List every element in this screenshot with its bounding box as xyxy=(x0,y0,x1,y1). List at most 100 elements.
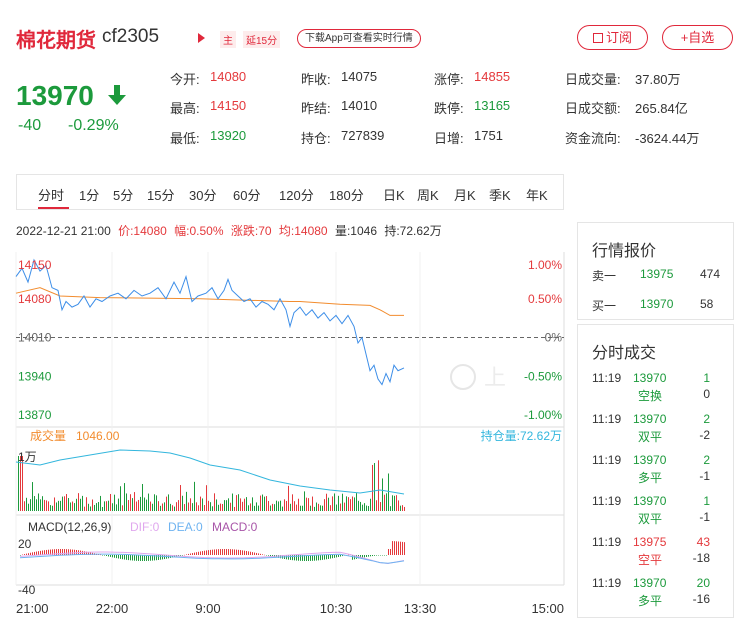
tab-period[interactable]: 180分 xyxy=(329,185,364,204)
quote-value: 14075 xyxy=(341,69,378,84)
tab-period[interactable]: 月K xyxy=(454,185,476,204)
tab-period[interactable]: 1分 xyxy=(79,185,99,204)
volume-bar xyxy=(400,505,401,511)
macd-bar xyxy=(340,555,341,557)
macd-bar xyxy=(198,551,199,555)
macd-bar xyxy=(396,541,397,555)
volume-bar xyxy=(358,500,359,511)
macd-bar xyxy=(384,555,385,556)
play-icon[interactable] xyxy=(198,33,205,43)
macd-bar xyxy=(236,549,237,555)
macd-bar xyxy=(230,549,231,555)
volume-bar xyxy=(184,504,185,511)
volume-bar xyxy=(330,505,331,511)
add-watchlist-button[interactable]: +自选 xyxy=(662,25,733,50)
macd-bar xyxy=(224,549,225,555)
macd-bar xyxy=(186,554,187,555)
tab-period[interactable]: 年K xyxy=(526,185,548,204)
volume-bar xyxy=(310,505,311,511)
quote-value: 14010 xyxy=(341,98,378,113)
volume-bar xyxy=(354,497,355,511)
trade-type: 双平 xyxy=(638,430,663,444)
tab-period[interactable]: 5分 xyxy=(113,185,133,204)
order-book-qty: 474 xyxy=(700,267,721,281)
pct-tick-label: 1.00% xyxy=(528,258,562,272)
macd-bar xyxy=(28,553,29,555)
volume-bar xyxy=(122,505,123,511)
trade-oi: -18 xyxy=(692,551,710,565)
trade-vol: 2 xyxy=(703,412,710,426)
volume-bar xyxy=(174,506,175,511)
tab-period[interactable]: 周K xyxy=(417,185,439,204)
volume-bar xyxy=(352,496,353,511)
volume-bar xyxy=(88,503,89,511)
quote-label: 日成交量: xyxy=(565,72,621,87)
macd-bar xyxy=(164,555,165,560)
watermark-logo: 上 xyxy=(450,364,506,390)
trade-oi: -16 xyxy=(692,592,710,606)
volume-bar xyxy=(292,494,293,511)
volume-bar xyxy=(240,498,241,511)
macd-bar xyxy=(238,549,239,555)
volume-bar xyxy=(146,499,147,511)
quote-label: 今开: xyxy=(170,72,200,87)
tab-period[interactable]: 季K xyxy=(489,185,511,204)
volume-bar xyxy=(342,493,343,511)
order-book-price: 13975 xyxy=(640,267,674,281)
tab-period[interactable]: 30分 xyxy=(189,185,216,204)
svg-text:上: 上 xyxy=(484,365,506,390)
tab-period[interactable]: 60分 xyxy=(233,185,260,204)
volume-bar xyxy=(270,505,271,511)
volume-bar xyxy=(254,505,255,511)
intraday-chart[interactable]: 上 14150 1.00% 14080 0.50% 14010 0% 13940 -0.50%… xyxy=(0,240,570,620)
tab-period[interactable]: 15分 xyxy=(147,185,174,204)
volume-bar xyxy=(396,495,397,511)
quote-value: 14855 xyxy=(474,69,511,84)
tab-period[interactable]: 日K xyxy=(383,185,405,204)
volume-bar xyxy=(56,502,57,511)
subscribe-button[interactable]: 订阅 xyxy=(577,25,648,50)
macd-bar xyxy=(222,549,223,555)
volume-bar xyxy=(20,456,21,511)
macd-bar xyxy=(392,541,393,555)
macd-bar xyxy=(270,555,271,557)
trades-title: 分时成交 xyxy=(592,345,657,362)
macd-bar xyxy=(70,549,71,555)
trade-vol: 2 xyxy=(703,453,710,467)
macd-bar xyxy=(368,555,369,557)
macd-bar xyxy=(394,541,395,555)
volume-bar xyxy=(28,503,29,511)
volume-bar xyxy=(268,500,269,511)
tab-period[interactable]: 分时 xyxy=(38,185,64,204)
volume-bar xyxy=(318,503,319,511)
volume-bar xyxy=(164,502,165,511)
macd-bar xyxy=(332,555,333,559)
volume-bar xyxy=(38,493,39,511)
quote-label: 最低: xyxy=(170,131,200,146)
macd-bar xyxy=(258,553,259,555)
volume-bar xyxy=(380,502,381,511)
trade-price: 13970 xyxy=(633,494,667,508)
volume-bar xyxy=(242,501,243,511)
last-price: 13970 xyxy=(16,80,94,111)
volume-bar xyxy=(108,500,109,511)
macd-bar xyxy=(40,550,41,555)
volume-bar xyxy=(306,497,307,511)
trade-price: 13970 xyxy=(633,412,667,426)
volume-bar xyxy=(212,506,213,511)
price-tick-label: 14010 xyxy=(18,331,52,345)
volume-bar xyxy=(220,503,221,511)
oi-label: 持仓量:72.62万 xyxy=(481,428,562,443)
volume-bar xyxy=(140,496,141,511)
tab-period[interactable]: 120分 xyxy=(279,185,314,204)
crosshair-info: 2022-12-21 21:00 价:14080 幅:0.50% 涨跌:70 均… xyxy=(16,222,442,239)
quote-label: 昨结: xyxy=(301,101,331,116)
time-tick-label: 10:30 xyxy=(320,601,353,616)
macd-bar xyxy=(36,551,37,555)
volume-bar xyxy=(172,505,173,511)
macd-bar xyxy=(388,549,389,555)
volume-bars xyxy=(18,456,405,511)
download-app-button[interactable]: 下载App可查看实时行情 xyxy=(297,29,421,48)
volume-bar xyxy=(168,494,169,511)
volume-bar xyxy=(40,499,41,511)
